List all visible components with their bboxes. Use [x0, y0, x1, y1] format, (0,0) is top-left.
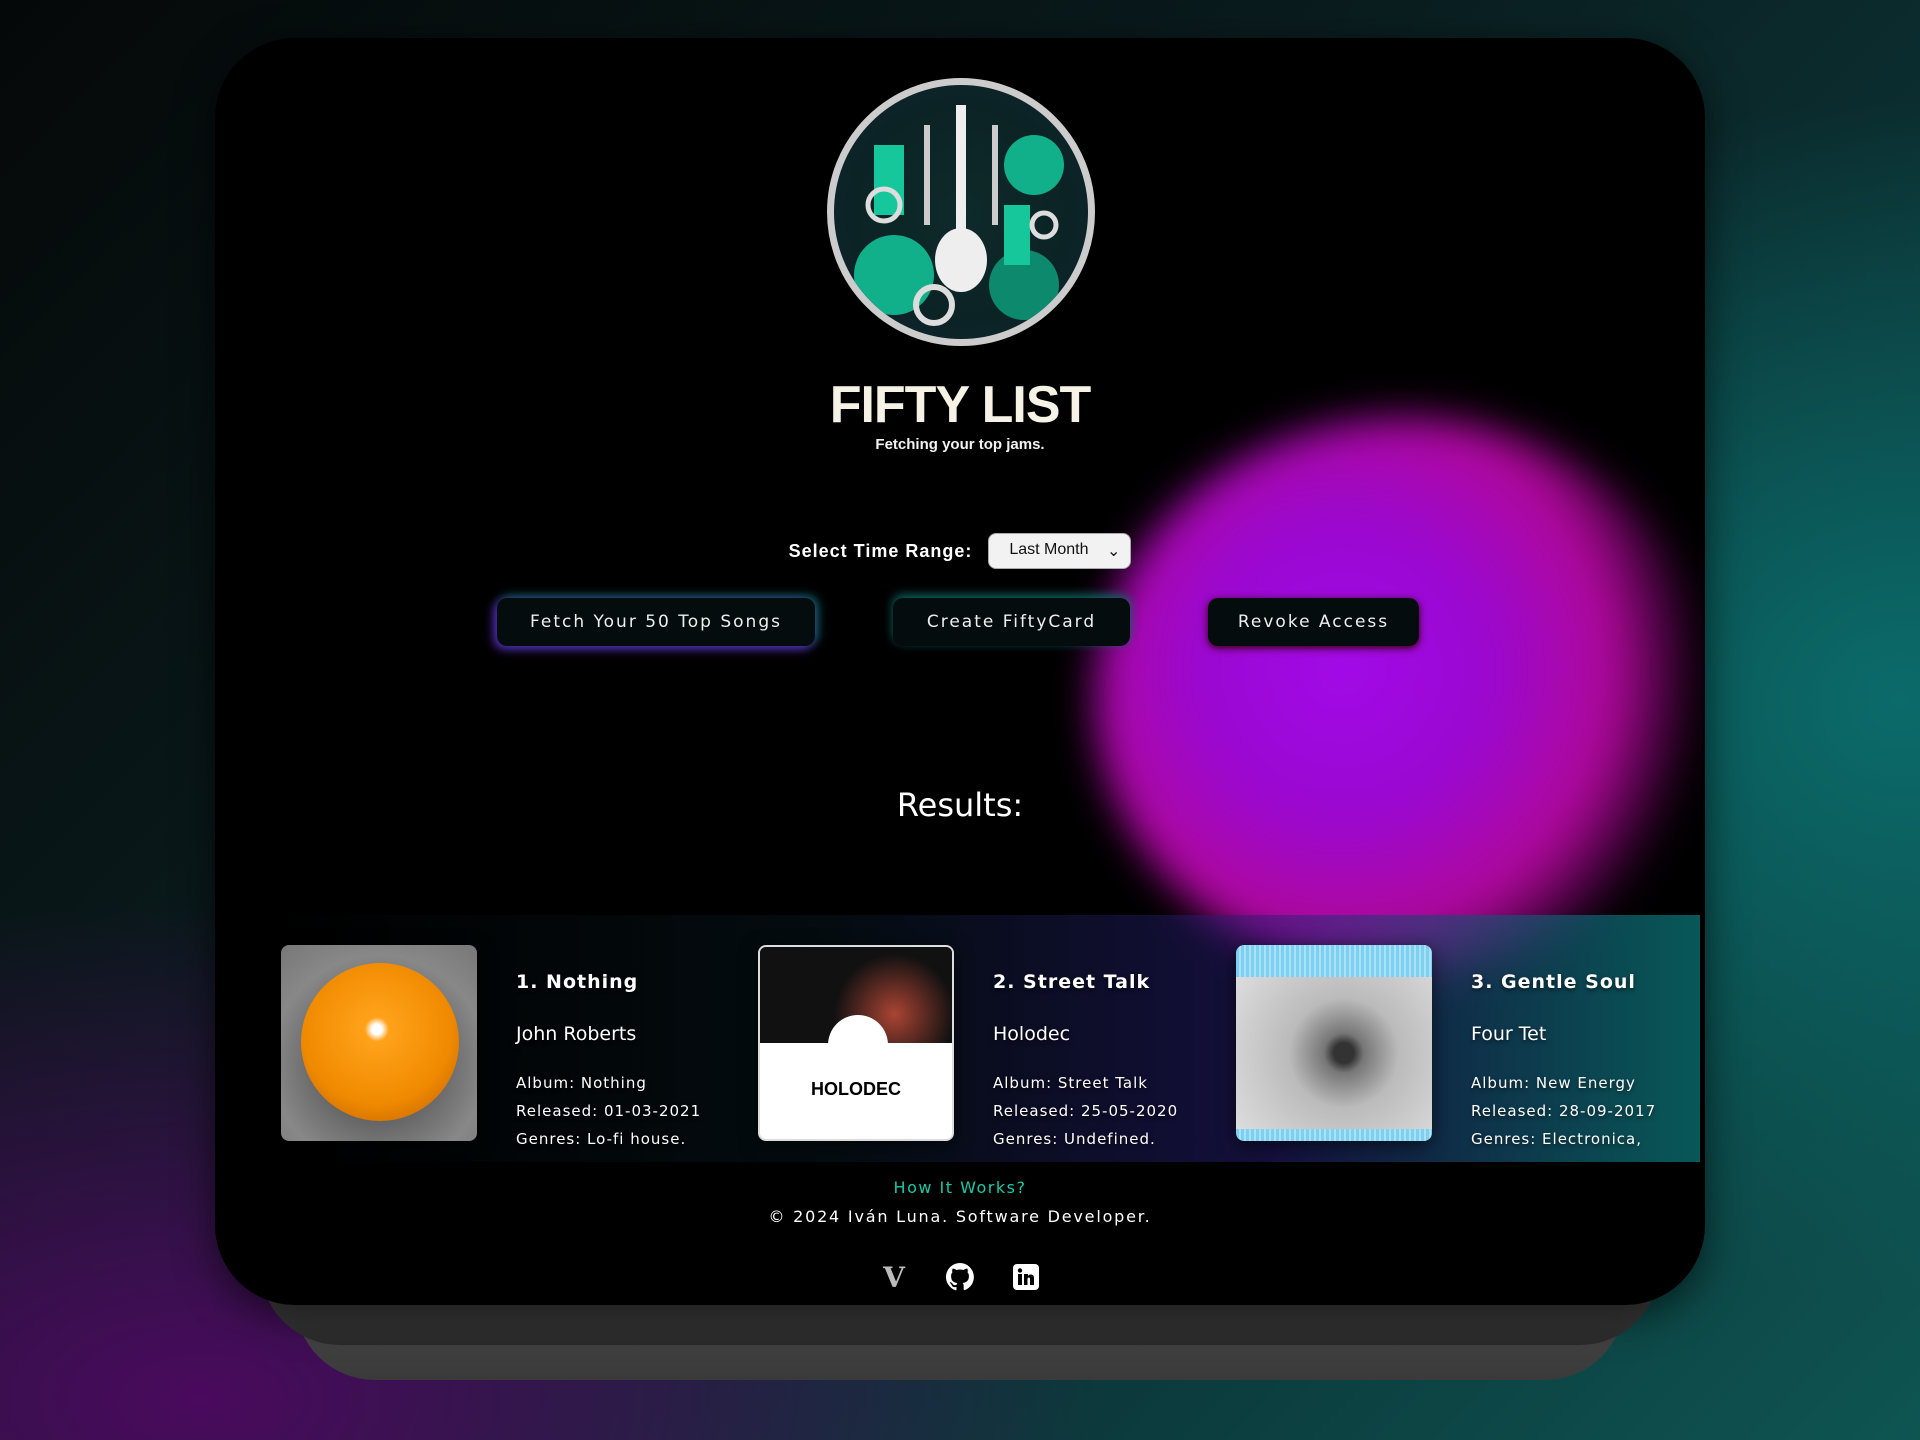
linkedin-icon[interactable] [1003, 1253, 1049, 1301]
song-released: Released: 01-03-2021 [516, 1102, 702, 1120]
fetch-top-songs-button[interactable]: Fetch Your 50 Top Songs [497, 598, 815, 646]
app-tagline: Fetching your top jams. [875, 436, 1045, 453]
album-art [281, 945, 477, 1141]
time-range-label: Select Time Range: [788, 540, 973, 561]
song-genres: Genres: Undefined. [993, 1130, 1156, 1148]
song-artist: Four Tet [1471, 1023, 1547, 1045]
background-glow [1095, 418, 1705, 978]
how-it-works-link[interactable]: How It Works? [215, 1178, 1705, 1197]
album-art [1236, 945, 1432, 1141]
song-title: 3. Gentle Soul [1471, 971, 1636, 993]
song-released: Released: 28-09-2017 [1471, 1102, 1657, 1120]
app-window: FIFTY LIST Fetching your top jams. Selec… [215, 38, 1705, 1305]
song-artist: John Roberts [516, 1023, 637, 1045]
revoke-access-button[interactable]: Revoke Access [1208, 598, 1419, 646]
portfolio-v-icon[interactable]: V [871, 1253, 917, 1301]
song-album: Album: Nothing [516, 1074, 647, 1092]
song-genres: Genres: Lo-fi house. [516, 1130, 687, 1148]
time-range-select[interactable]: Last Month ⌄ [988, 533, 1132, 569]
social-links: V [215, 1253, 1705, 1301]
github-icon[interactable] [937, 1253, 983, 1301]
song-released: Released: 25-05-2020 [993, 1102, 1179, 1120]
song-title: 2. Street Talk [993, 971, 1151, 993]
song-title: 1. Nothing [516, 971, 639, 993]
cover-text: HOLODEC [811, 1079, 901, 1099]
chevron-down-icon: ⌄ [1106, 543, 1121, 560]
time-range-row: Select Time Range: Last Month ⌄ [215, 533, 1705, 569]
app-logo [827, 78, 1095, 346]
song-artist: Holodec [993, 1023, 1071, 1045]
create-fiftycard-button[interactable]: Create FiftyCard [893, 598, 1130, 646]
copyright-text: © 2024 Iván Luna. Software Developer. [768, 1207, 1152, 1226]
album-art: HOLODEC [758, 945, 954, 1141]
song-album: Album: Street Talk [993, 1074, 1148, 1092]
results-heading: Results: [896, 786, 1024, 824]
song-album: Album: New Energy [1471, 1074, 1636, 1092]
song-genres: Genres: Electronica, [1471, 1130, 1642, 1148]
app-title: FIFTY LIST [829, 376, 1092, 434]
time-range-value: Last Month [1009, 541, 1089, 558]
